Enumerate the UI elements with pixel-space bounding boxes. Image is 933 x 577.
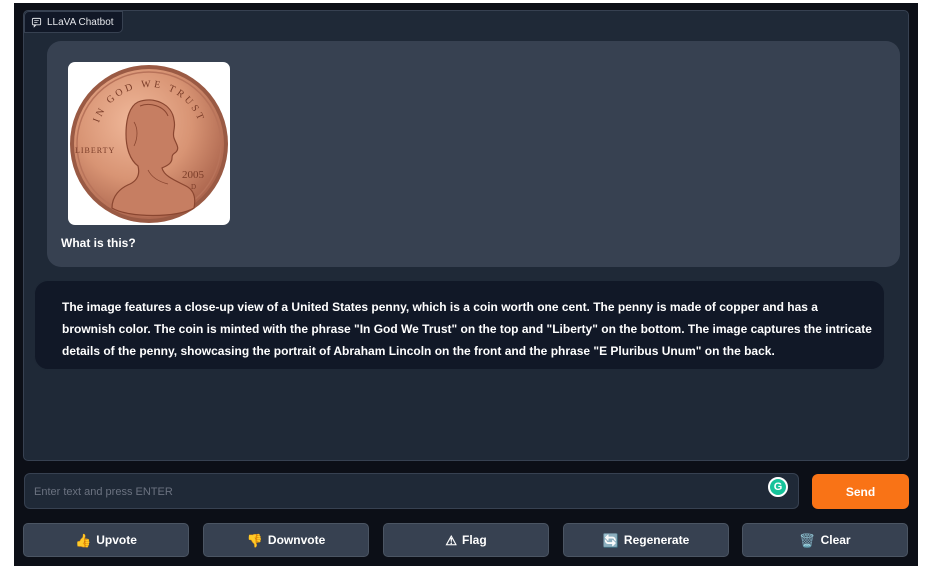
refresh-icon: 🔄 [602, 532, 619, 548]
downvote-button[interactable]: 👎 Downvote [203, 523, 369, 557]
grammarly-icon[interactable]: G [768, 477, 788, 497]
regenerate-button[interactable]: 🔄 Regenerate [563, 523, 729, 557]
penny-coin-graphic: IN GOD WE TRUST LIBERTY 2005 D [70, 65, 228, 223]
chatbot-label-text: LLaVA Chatbot [47, 16, 114, 28]
thumbs-up-icon: 👍 [75, 532, 92, 548]
flag-button[interactable]: ⚠ Flag [383, 523, 549, 557]
downvote-label: Downvote [267, 533, 326, 547]
trash-icon: 🗑️ [799, 532, 816, 548]
coin-liberty: LIBERTY [75, 146, 115, 155]
clear-button[interactable]: 🗑️ Clear [742, 523, 908, 557]
message-input[interactable] [25, 474, 766, 510]
flag-label: Flag [461, 533, 487, 547]
clear-label: Clear [820, 533, 851, 547]
chatbot-panel[interactable]: LLaVA Chatbot IN GOD WE TRUST LIBERTY 20… [23, 10, 909, 461]
app-container: LLaVA Chatbot IN GOD WE TRUST LIBERTY 20… [14, 3, 918, 566]
thumbs-down-icon: 👎 [246, 532, 263, 548]
chatbot-label: LLaVA Chatbot [24, 11, 123, 33]
penny-image[interactable]: IN GOD WE TRUST LIBERTY 2005 D [68, 62, 230, 225]
bot-message: The image features a close-up view of a … [34, 280, 885, 370]
coin-mint-mark: D [191, 183, 196, 191]
message-input-box[interactable]: G [24, 473, 799, 510]
chat-icon [31, 17, 42, 28]
user-message: IN GOD WE TRUST LIBERTY 2005 D What is t… [47, 41, 900, 267]
upvote-button[interactable]: 👍 Upvote [23, 523, 189, 557]
coin-year: 2005 [182, 169, 205, 181]
upvote-label: Upvote [96, 533, 137, 547]
send-button[interactable]: Send [812, 474, 909, 509]
grammarly-glyph: G [773, 481, 783, 493]
regenerate-label: Regenerate [623, 533, 690, 547]
user-message-text: What is this? [61, 236, 136, 250]
warning-icon: ⚠ [445, 532, 457, 548]
bot-message-text: The image features a close-up view of a … [62, 300, 872, 358]
